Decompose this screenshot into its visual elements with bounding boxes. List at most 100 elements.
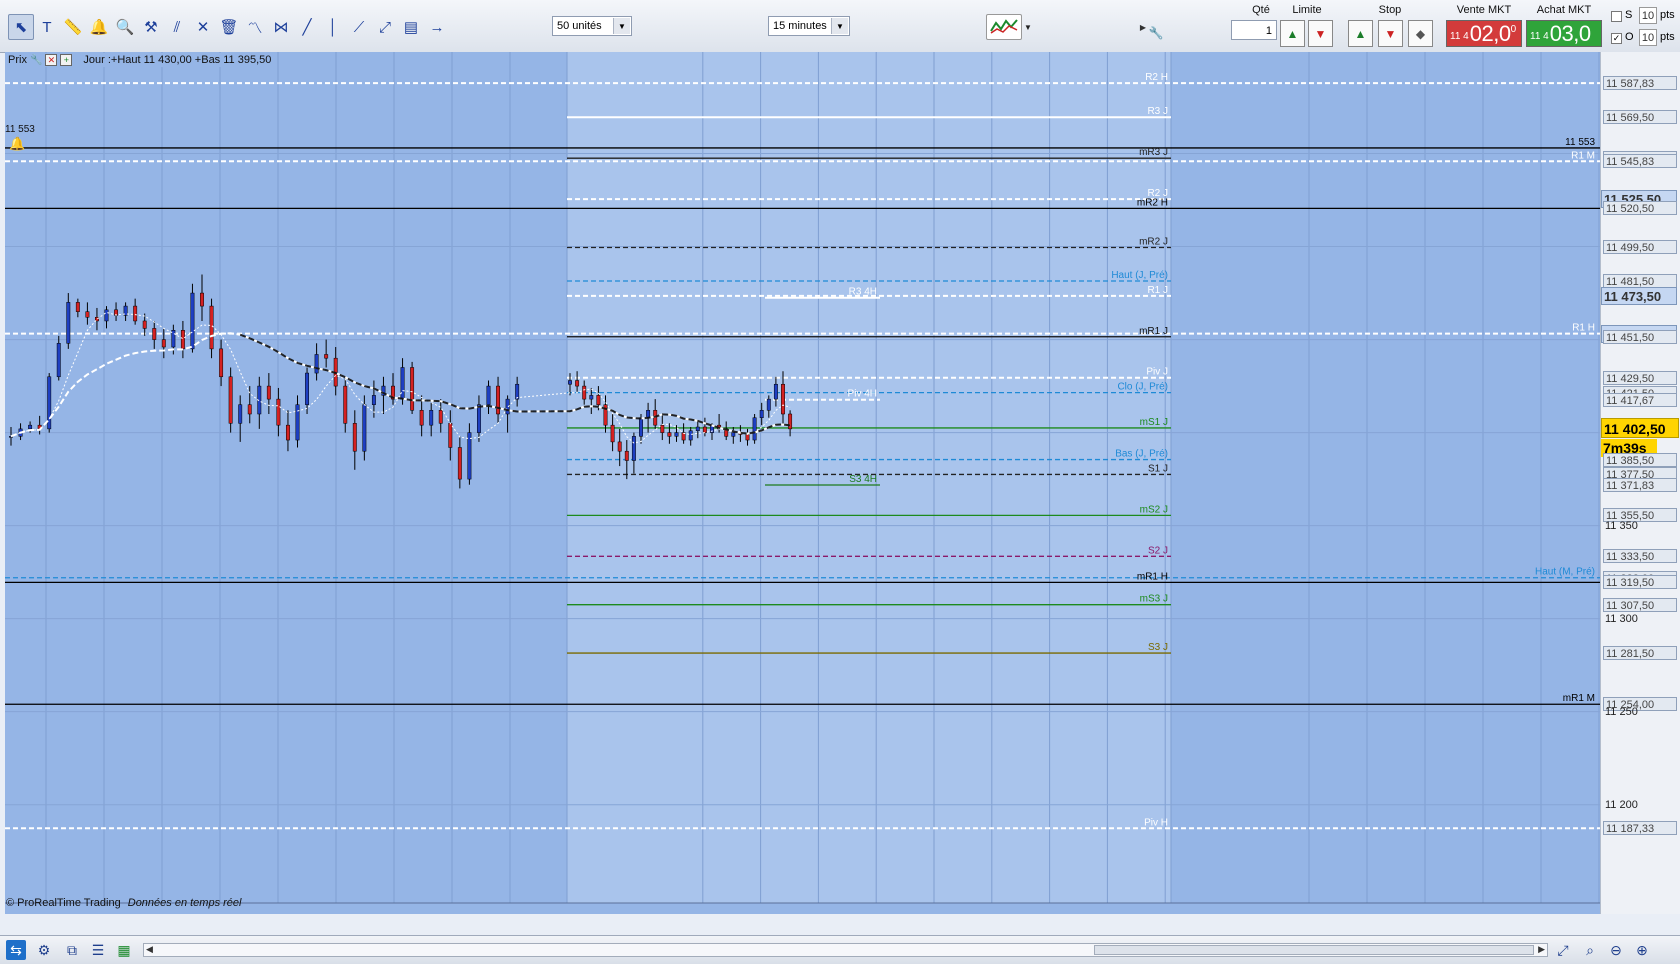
candle bbox=[75, 302, 80, 312]
candle bbox=[190, 292, 195, 350]
chart-settings-icon[interactable]: ⚙ bbox=[34, 940, 54, 960]
candle bbox=[575, 380, 580, 387]
price-axis-label: 11 417,67 bbox=[1603, 392, 1677, 407]
timeframe-select[interactable]: 15 minutes ▼ bbox=[768, 16, 850, 36]
qty-input[interactable]: 1 bbox=[1231, 20, 1277, 40]
trendline-icon[interactable]: ╱ bbox=[294, 14, 320, 40]
candle bbox=[28, 424, 33, 430]
candle bbox=[596, 395, 601, 405]
buy-price-prefix: 11 4 bbox=[1530, 31, 1549, 42]
candle bbox=[266, 385, 271, 400]
vertical-line-icon[interactable]: │ bbox=[320, 14, 346, 40]
chevron-down-icon: ▼ bbox=[831, 18, 848, 34]
trash-icon[interactable]: 🗑 bbox=[216, 14, 242, 40]
buy-market-button[interactable]: 11 4 03,0 bbox=[1526, 20, 1602, 47]
s-pts-input[interactable]: 10 bbox=[1639, 7, 1657, 24]
text-icon[interactable]: T bbox=[34, 14, 60, 40]
candle bbox=[438, 410, 443, 424]
candle bbox=[161, 339, 166, 348]
zigzag-icon[interactable]: 〽 bbox=[242, 14, 268, 40]
candle bbox=[219, 348, 224, 378]
cursor-icon[interactable]: ⬉ bbox=[8, 14, 34, 40]
o-pts-input[interactable]: 10 bbox=[1639, 29, 1657, 46]
candle bbox=[66, 302, 71, 344]
candle bbox=[457, 447, 462, 480]
lines-icon[interactable]: ⫽ bbox=[164, 14, 190, 40]
s-checkbox[interactable] bbox=[1611, 11, 1622, 22]
close-icon[interactable]: ✕ bbox=[45, 54, 58, 66]
level-label: R1 M bbox=[1571, 150, 1595, 161]
zoom-fit-icon[interactable]: ⤢ bbox=[1553, 940, 1573, 960]
price-axis-label: 11 300 bbox=[1605, 612, 1638, 625]
candle bbox=[639, 417, 643, 437]
regression-icon[interactable]: ⤢ bbox=[372, 14, 398, 40]
level-label: mR2 J bbox=[1139, 236, 1168, 247]
alert-bell-icon[interactable]: 🔔 bbox=[86, 14, 112, 40]
candle bbox=[631, 436, 636, 461]
candle bbox=[589, 395, 594, 400]
o-pts-label: pts bbox=[1660, 31, 1675, 43]
price-axis-label: 11 250 bbox=[1605, 705, 1638, 718]
sell-market-button[interactable]: 11 4 02,0 0 bbox=[1446, 20, 1522, 47]
candle bbox=[448, 423, 453, 448]
scroll-left-icon[interactable]: ◀ bbox=[146, 944, 153, 955]
candle bbox=[324, 354, 329, 359]
limit-label: Limite bbox=[1292, 4, 1322, 16]
candle bbox=[467, 432, 472, 480]
level-label: Piv J bbox=[1146, 367, 1168, 378]
indicators-dropdown[interactable]: ▼ bbox=[1022, 14, 1034, 40]
stop-buy-button[interactable]: ▲ bbox=[1348, 20, 1373, 47]
horizontal-segment-icon[interactable]: ⟋ bbox=[346, 14, 372, 40]
limit-buy-button[interactable]: ▲ bbox=[1280, 20, 1305, 47]
ruler-icon[interactable]: 📏 bbox=[60, 14, 86, 40]
price-chart[interactable]: 04:0006:0008:0010:0012:0014:0016:0018:00… bbox=[5, 52, 1600, 914]
chart-footnote: © ProRealTime Trading Données en temps r… bbox=[6, 897, 241, 909]
zoom-icon[interactable]: 🔍 bbox=[112, 14, 138, 40]
stop-both-button[interactable]: ◆ bbox=[1408, 20, 1433, 47]
o-checkbox[interactable]: ✓ bbox=[1611, 33, 1622, 44]
add-icon[interactable]: + bbox=[60, 54, 73, 66]
price-axis-label: 11 473,50 bbox=[1601, 286, 1677, 305]
chart-canvas[interactable]: 04:0006:0008:0010:0012:0014:0016:0018:00… bbox=[5, 52, 1600, 914]
price-axis-label: 11 281,50 bbox=[1603, 646, 1677, 661]
grid-icon[interactable]: ▦ bbox=[114, 940, 134, 960]
wrench-icon[interactable]: 🔧 bbox=[30, 55, 42, 66]
price-axis-label: 11 545,83 bbox=[1603, 154, 1677, 169]
limit-sell-button[interactable]: ▼ bbox=[1308, 20, 1333, 47]
level-label: mR3 J bbox=[1139, 147, 1168, 158]
arrow-icon[interactable]: → bbox=[424, 14, 450, 40]
scroll-right-icon[interactable]: ▶ bbox=[1538, 944, 1545, 955]
price-axis-label: 11 385,50 bbox=[1603, 452, 1677, 467]
level-label: mR1 J bbox=[1139, 326, 1168, 337]
hammer-icon[interactable]: ⚒ bbox=[138, 14, 164, 40]
share-icon[interactable]: ⇆ bbox=[6, 940, 26, 960]
stop-sell-button[interactable]: ▼ bbox=[1378, 20, 1403, 47]
cross-lines-icon[interactable]: ✕ bbox=[190, 14, 216, 40]
zoom-in-icon[interactable]: ⊕ bbox=[1632, 940, 1652, 960]
candle bbox=[667, 432, 672, 437]
zoom-out-icon[interactable]: ⊖ bbox=[1606, 940, 1626, 960]
indicators-button[interactable] bbox=[986, 14, 1022, 40]
candle bbox=[400, 367, 405, 400]
zoom-window-icon[interactable]: ⌕ bbox=[1580, 940, 1600, 960]
sell-price-main: 02,0 bbox=[1469, 20, 1511, 46]
buy-price-main: 03,0 bbox=[1549, 20, 1591, 46]
price-axis-label: 11 319,50 bbox=[1603, 575, 1677, 590]
price-axis[interactable]: 11 587,8311 569,5011 547,5011 545,8311 5… bbox=[1600, 52, 1680, 914]
candle bbox=[496, 385, 501, 415]
fibonacci-icon[interactable]: ⋈ bbox=[268, 14, 294, 40]
chevron-right-icon[interactable]: ▶ bbox=[1138, 8, 1148, 46]
level-11553-label: 11 553 bbox=[5, 124, 35, 135]
list-icon[interactable]: ☰ bbox=[88, 940, 108, 960]
horizontal-scrollbar[interactable]: ◀ ▶ bbox=[143, 943, 1548, 957]
price-axis-label: 11 569,50 bbox=[1603, 110, 1677, 125]
candle bbox=[617, 441, 622, 452]
units-select[interactable]: 50 unités ▼ bbox=[552, 16, 632, 36]
candle bbox=[228, 376, 233, 424]
channel-icon[interactable]: ▤ bbox=[398, 14, 424, 40]
compare-icon[interactable]: ⧉ bbox=[62, 940, 82, 960]
candle bbox=[477, 404, 481, 433]
alert-bell-icon[interactable]: 🔔 bbox=[9, 136, 25, 152]
price-axis-label: 11 333,50 bbox=[1603, 549, 1677, 564]
scrollbar-thumb[interactable] bbox=[1094, 945, 1534, 955]
